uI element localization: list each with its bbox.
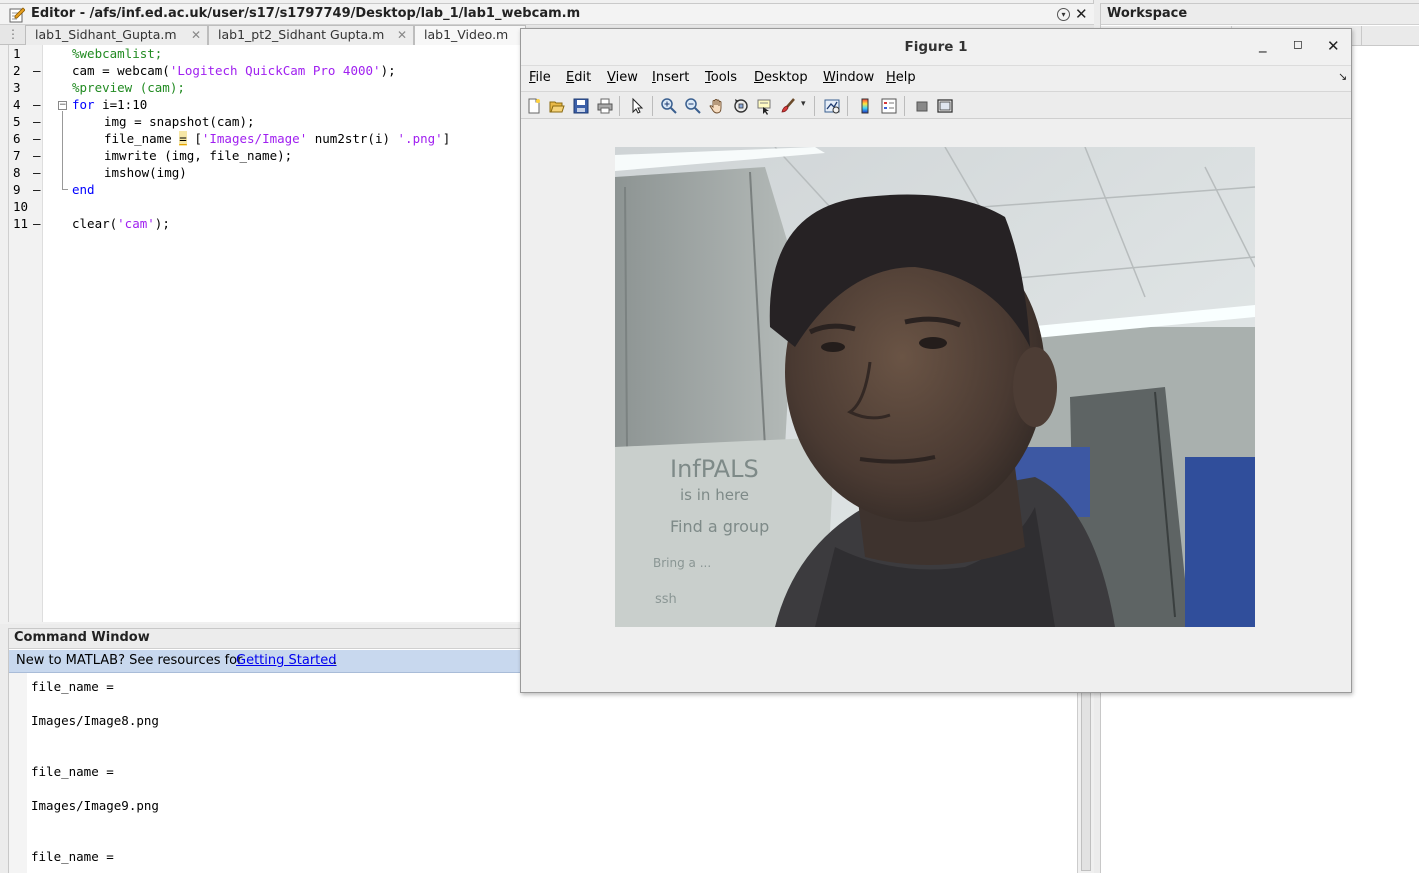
dock-figure-icon[interactable]: ↘: [1338, 70, 1347, 83]
close-icon[interactable]: ✕: [1327, 37, 1340, 55]
print-icon[interactable]: [596, 97, 614, 115]
colorbar-icon[interactable]: [856, 97, 874, 115]
editor-options-icon[interactable]: ▾: [1057, 8, 1070, 21]
line-number: 4–: [13, 97, 41, 112]
zoom-in-icon[interactable]: [660, 97, 678, 115]
figure-title: Figure 1: [904, 39, 968, 55]
menu-window[interactable]: Window: [823, 70, 874, 85]
line-number: 3: [13, 80, 21, 95]
menu-help[interactable]: Help: [886, 70, 916, 85]
zoom-out-icon[interactable]: [684, 97, 702, 115]
menu-view[interactable]: View: [607, 70, 638, 85]
data-cursor-icon[interactable]: [756, 97, 774, 115]
tab-label: lab1_Sidhant_Gupta.m: [35, 27, 177, 42]
webcam-snapshot-image: InfPALS is in here Find a group Bring a …: [615, 147, 1255, 627]
line-number: 10: [13, 199, 29, 214]
hide-plot-tools-icon[interactable]: [913, 97, 931, 115]
line-number: 6–: [13, 131, 41, 146]
line-number: 1: [13, 46, 21, 61]
menu-desktop[interactable]: Desktop: [754, 70, 808, 85]
banner-text: New to MATLAB? See resources for: [16, 653, 243, 668]
editor-pencil-icon: [9, 7, 25, 23]
code-line: %webcamlist;: [72, 46, 163, 61]
code-line: clear('cam');: [72, 216, 170, 231]
output-line: file_name =: [31, 849, 114, 864]
brush-dropdown-icon[interactable]: ▾: [801, 99, 806, 109]
command-output[interactable]: file_name = Images/Image8.png file_name …: [9, 673, 1077, 873]
toolbar-separator: [619, 96, 620, 116]
whiteboard-text: ssh: [655, 592, 677, 607]
figure-menubar: File Edit View Insert Tools Desktop Wind…: [521, 66, 1351, 90]
brush-icon[interactable]: [779, 97, 797, 115]
code-line: for i=1:10: [72, 97, 148, 112]
menu-insert[interactable]: Insert: [652, 70, 689, 85]
editor-title: Editor - /afs/inf.ed.ac.uk/user/s17/s179…: [31, 6, 581, 21]
link-plot-icon[interactable]: [823, 97, 841, 115]
tab-label: lab1_Video.m: [424, 27, 509, 42]
whiteboard-text: is in here: [680, 486, 749, 504]
code-line: cam = webcam('Logitech QuickCam Pro 4000…: [72, 63, 396, 78]
line-number: 8–: [13, 165, 41, 180]
line-number: 9–: [13, 182, 41, 197]
output-line: file_name =: [31, 679, 114, 694]
figure-window: Figure 1 _ ◻ ✕ File Edit View Insert Too…: [520, 28, 1352, 693]
command-window-title: Command Window: [14, 630, 150, 645]
figure-titlebar[interactable]: Figure 1 _ ◻ ✕: [521, 29, 1351, 66]
whiteboard-text: Find a group: [670, 517, 769, 536]
open-file-icon[interactable]: [548, 97, 566, 115]
code-line: %preview (cam);: [72, 80, 185, 95]
tab-close-icon[interactable]: ✕: [397, 28, 407, 42]
menu-edit[interactable]: Edit: [566, 70, 591, 85]
output-line: file_name =: [31, 764, 114, 779]
toolbar-separator: [814, 96, 815, 116]
maximize-icon[interactable]: ◻: [1293, 37, 1303, 51]
tab-lab1-pt2-sidhant-gupta[interactable]: lab1_pt2_Sidhant Gupta.m ✕: [208, 25, 414, 45]
workspace-titlebar: Workspace: [1101, 3, 1419, 25]
menu-tools[interactable]: Tools: [705, 70, 737, 85]
code-line: end: [72, 182, 95, 197]
save-icon[interactable]: [572, 97, 590, 115]
editor-close-icon[interactable]: ✕: [1075, 5, 1088, 23]
command-window-scrollbar[interactable]: [1077, 673, 1094, 873]
pointer-icon[interactable]: [628, 97, 646, 115]
getting-started-link[interactable]: Getting Started: [236, 653, 337, 668]
toolbar-separator: [847, 96, 848, 116]
line-number-gutter: 1 2– 3 4– 5– 6– 7– 8– 9– 10 11–: [9, 45, 43, 622]
new-figure-icon[interactable]: [525, 97, 543, 115]
whiteboard-text: Bring a ...: [653, 556, 711, 570]
show-plot-tools-icon[interactable]: [936, 97, 954, 115]
tab-close-icon[interactable]: ✕: [191, 28, 201, 42]
banner-period: .: [333, 653, 338, 668]
legend-icon[interactable]: [880, 97, 898, 115]
code-line: file_name = ['Images/Image' num2str(i) '…: [104, 131, 451, 146]
tab-label: lab1_pt2_Sidhant Gupta.m: [218, 27, 385, 42]
output-line: Images/Image8.png: [31, 713, 159, 728]
line-number: 7–: [13, 148, 41, 163]
workspace-title: Workspace: [1107, 6, 1188, 21]
menu-file[interactable]: File: [529, 70, 551, 85]
line-number: 5–: [13, 114, 41, 129]
code-line: imwrite (img, file_name);: [104, 148, 293, 163]
tabbar-grip-icon[interactable]: ⋮: [7, 27, 19, 41]
pan-icon[interactable]: [708, 97, 726, 115]
tab-lab1-sidhant-gupta[interactable]: lab1_Sidhant_Gupta.m ✕: [25, 25, 208, 45]
toolbar-separator: [904, 96, 905, 116]
editor-titlebar: Editor - /afs/inf.ed.ac.uk/user/s17/s179…: [0, 3, 1094, 25]
minimize-icon[interactable]: _: [1259, 35, 1267, 53]
whiteboard-text: InfPALS: [670, 455, 759, 483]
output-line: Images/Image9.png: [31, 798, 159, 813]
rotate-3d-icon[interactable]: [732, 97, 750, 115]
tab-lab1-video[interactable]: lab1_Video.m: [414, 25, 526, 45]
line-number: 2–: [13, 63, 41, 78]
fold-guide: [62, 111, 68, 190]
code-line: imshow(img): [104, 165, 187, 180]
toolbar-separator: [652, 96, 653, 116]
line-number: 11–: [13, 216, 41, 231]
figure-toolbar: ▾: [521, 91, 1351, 119]
code-line: img = snapshot(cam);: [104, 114, 255, 129]
fold-toggle-icon[interactable]: −: [58, 101, 67, 110]
scrollbar-thumb[interactable]: [1081, 675, 1091, 871]
